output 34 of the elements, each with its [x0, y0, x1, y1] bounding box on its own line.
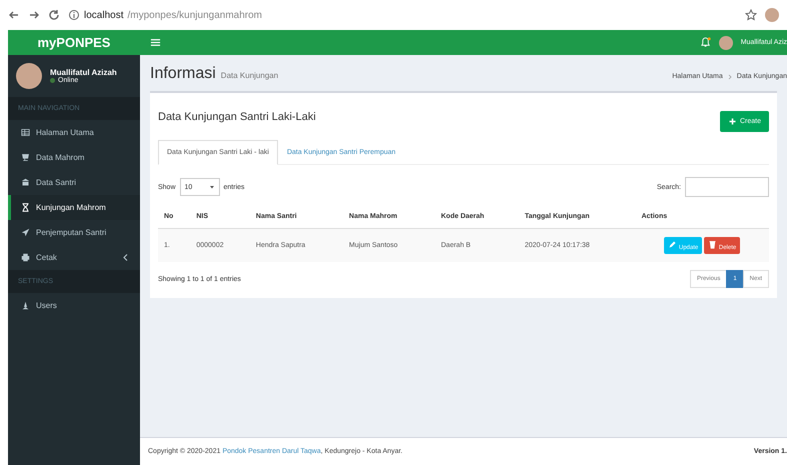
paper-plane-icon	[21, 228, 30, 237]
page-subtitle: Data Kunjungan	[220, 71, 278, 80]
breadcrumb-separator-icon	[726, 74, 733, 80]
profile-avatar[interactable]	[765, 8, 779, 22]
sidebar-item[interactable]: Kunjungan Mahrom	[8, 195, 140, 220]
forward-arrow-icon[interactable]	[28, 9, 40, 21]
trash-icon	[708, 240, 718, 249]
search-field[interactable]	[685, 177, 769, 197]
url-host[interactable]: localhost	[84, 10, 124, 20]
back-arrow-icon[interactable]	[8, 9, 20, 21]
user-avatar	[16, 63, 42, 89]
sidebar-item[interactable]: Data Santri	[8, 170, 140, 195]
sidebar-item[interactable]: Data Mahrom	[8, 145, 140, 170]
hourglass-icon	[21, 203, 30, 212]
bell-icon[interactable]	[700, 37, 711, 48]
table-icon	[21, 128, 30, 137]
star-icon[interactable]	[745, 9, 757, 21]
building-icon	[21, 178, 30, 187]
card-title: Data Kunjungan Santri Laki-Laki	[158, 110, 316, 122]
reload-icon[interactable]	[48, 9, 60, 21]
caret-icon	[208, 184, 215, 190]
menu-icon[interactable]	[150, 37, 161, 48]
sidebar-item[interactable]: Users	[8, 293, 140, 318]
pencil-icon	[668, 240, 678, 249]
plus-icon	[728, 117, 737, 126]
user-name: Muallifatul Azizah	[50, 68, 117, 77]
page-title: Informasi	[150, 65, 216, 83]
sidebar-item[interactable]: Penjemputan Santri	[8, 220, 140, 245]
info-icon	[68, 9, 80, 21]
sidebar-item[interactable]: Cetak	[8, 245, 140, 270]
url-path[interactable]: /myponpes/kunjunganmahrom	[127, 10, 262, 20]
brand-logo[interactable]: myPONPES	[8, 30, 140, 55]
sidebar-item[interactable]: Halaman Utama	[8, 120, 140, 145]
cup-icon	[21, 153, 30, 162]
